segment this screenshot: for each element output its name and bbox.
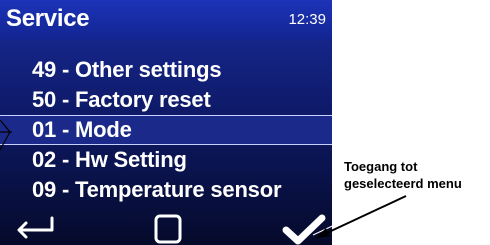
service-menu: 49 - Other settings 50 - Factory reset 0… bbox=[0, 55, 332, 205]
menu-item-factory-reset[interactable]: 50 - Factory reset bbox=[0, 85, 332, 115]
menu-item-mode[interactable]: 01 - Mode bbox=[0, 115, 332, 145]
annotation-line-1: Toegang tot bbox=[344, 159, 418, 174]
header-bar: Service 12:39 bbox=[0, 0, 332, 40]
menu-item-label: 50 - Factory reset bbox=[32, 87, 211, 112]
page-title: Service bbox=[6, 5, 90, 32]
menu-item-temperature-sensor[interactable]: 09 - Temperature sensor bbox=[0, 175, 332, 205]
square-icon bbox=[154, 214, 182, 244]
menu-item-other-settings[interactable]: 49 - Other settings bbox=[0, 55, 332, 85]
clock-time: 12:39 bbox=[288, 11, 326, 28]
menu-item-label: 01 - Mode bbox=[32, 117, 132, 142]
footer-bar bbox=[0, 208, 332, 245]
menu-item-label: 49 - Other settings bbox=[32, 57, 222, 82]
check-icon bbox=[282, 214, 326, 245]
device-screen: Service 12:39 49 - Other settings 50 - F… bbox=[0, 0, 332, 245]
menu-item-label: 02 - Hw Setting bbox=[32, 147, 187, 172]
menu-item-hw-setting[interactable]: 02 - Hw Setting bbox=[0, 145, 332, 175]
confirm-button[interactable] bbox=[280, 208, 328, 245]
back-arrow-icon bbox=[17, 216, 54, 239]
home-button[interactable] bbox=[150, 208, 186, 245]
menu-item-label: 09 - Temperature sensor bbox=[32, 177, 282, 202]
annotation-callout: Toegang tot geselecteerd menu bbox=[344, 158, 462, 192]
back-button[interactable] bbox=[12, 208, 58, 245]
annotation-line-2: geselecteerd menu bbox=[344, 176, 462, 191]
